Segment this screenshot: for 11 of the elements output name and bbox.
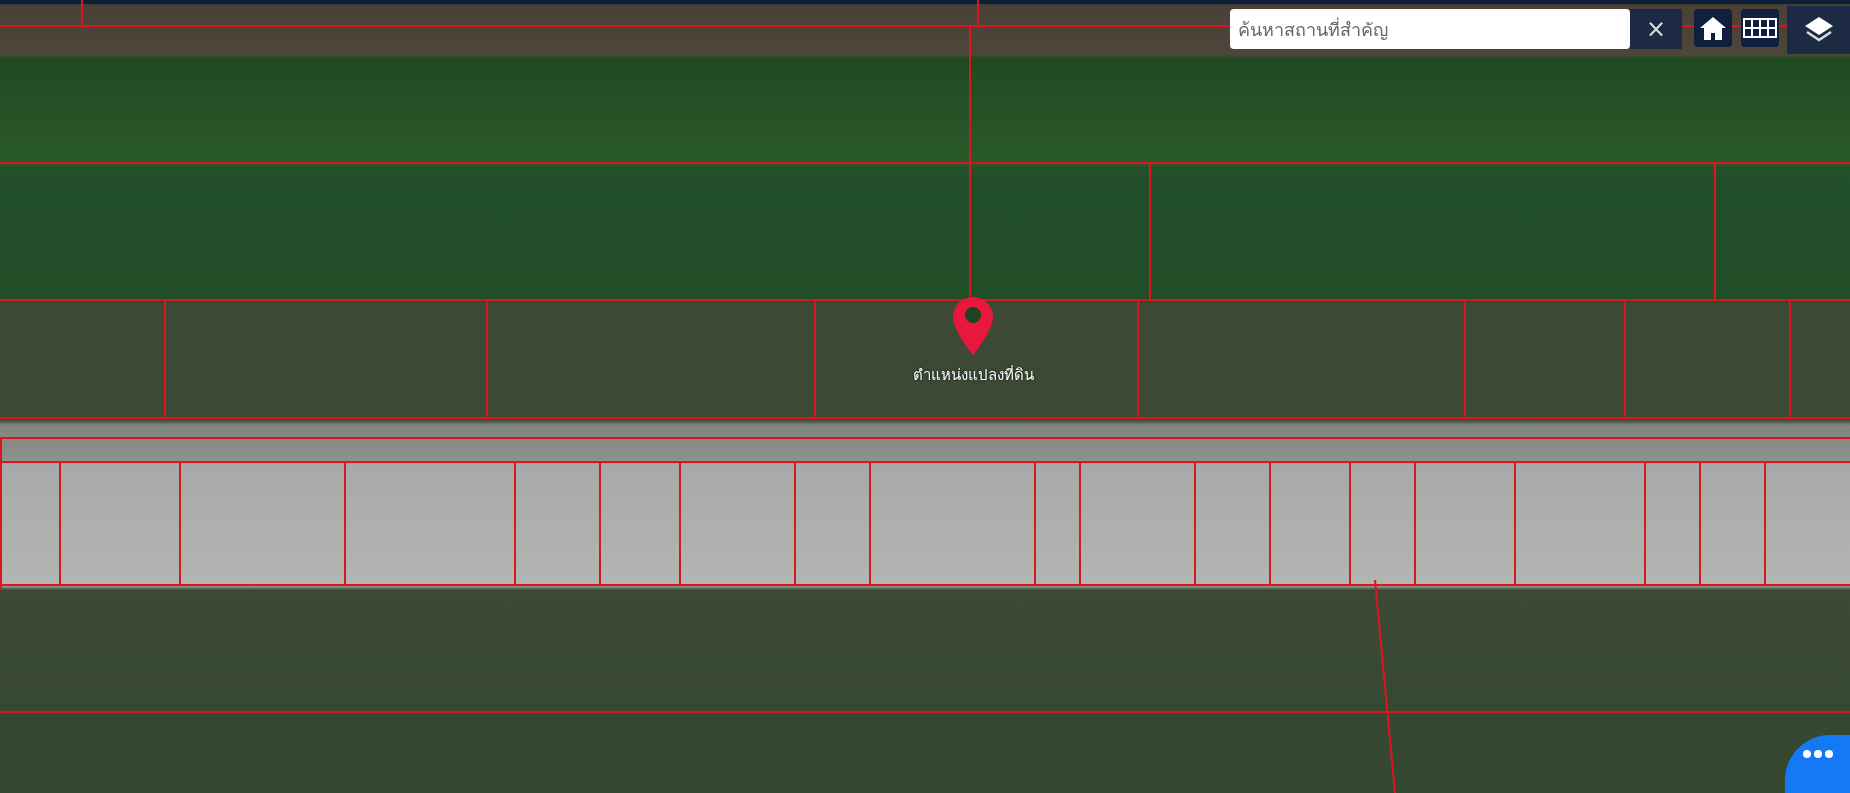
layers-button[interactable]: [1787, 6, 1850, 54]
grid-icon: [1743, 18, 1777, 38]
marker-label: ตำแหน่งแปลงที่ดิน: [911, 364, 1035, 386]
clear-button[interactable]: ×: [1630, 9, 1682, 49]
more-dots-icon: [1803, 749, 1833, 759]
search-field[interactable]: ค้นหาสถานที่สำคัญ: [1230, 9, 1630, 49]
home-icon: [1699, 15, 1727, 41]
home-button[interactable]: [1694, 9, 1732, 47]
grid-button[interactable]: [1741, 9, 1779, 47]
location-pin-icon[interactable]: [952, 296, 994, 356]
layers-icon: [1803, 16, 1834, 44]
